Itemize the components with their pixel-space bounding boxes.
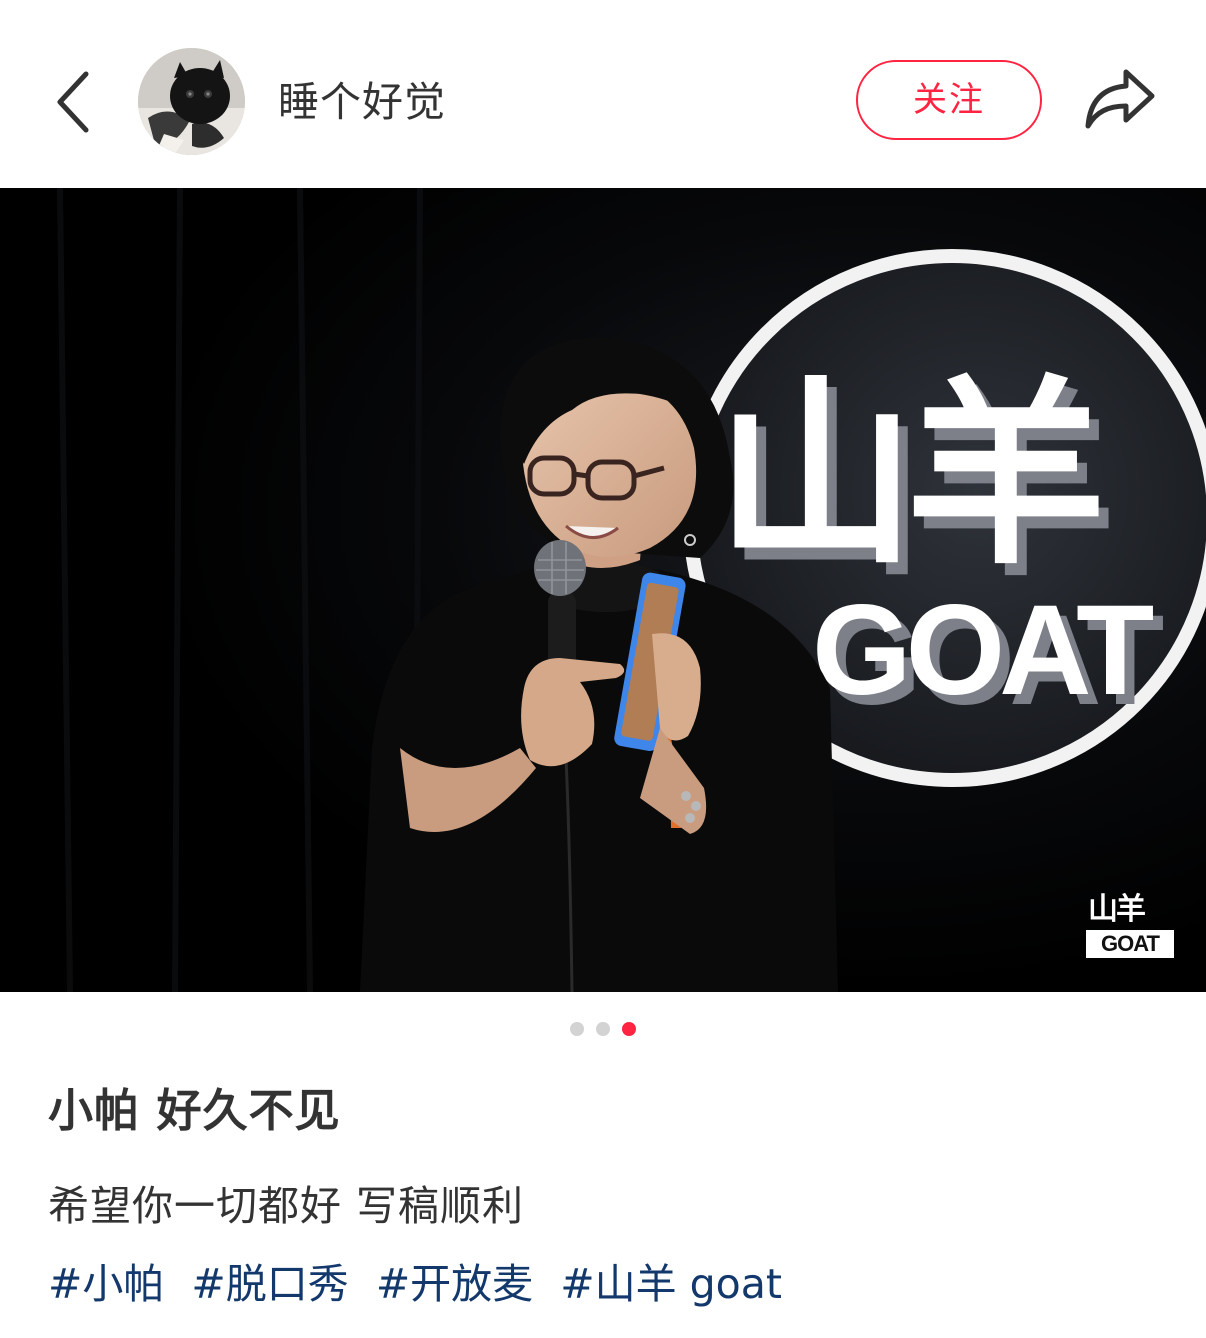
sign-text-cn: 山羊 [716, 364, 1099, 587]
carousel-dot[interactable] [596, 1022, 610, 1036]
goat-watermark: 山羊 GOAT [1086, 892, 1174, 958]
carousel-dot[interactable] [570, 1022, 584, 1036]
watermark-en: GOAT [1086, 930, 1174, 958]
share-button[interactable] [1082, 64, 1158, 134]
author-avatar[interactable] [138, 48, 245, 155]
back-button[interactable] [42, 62, 106, 142]
hashtag-link[interactable]: #山羊 goat [560, 1260, 782, 1308]
watermark-cn: 山羊 [1088, 893, 1146, 926]
note-header: 睡个好觉 关注 [0, 0, 1206, 188]
carousel-dot-active[interactable] [622, 1022, 636, 1036]
hashtag-link[interactable]: #小帕 [48, 1260, 164, 1308]
standup-comedian-photo: 山羊 山羊 GOAT GOAT [0, 188, 1206, 992]
hashtag-link[interactable]: #开放麦 [376, 1260, 533, 1308]
hashtag-link[interactable]: #脱口秀 [191, 1260, 348, 1308]
chevron-left-icon [57, 71, 89, 133]
note-description: 希望你一切都好 写稿顺利 [48, 1182, 525, 1230]
follow-button[interactable]: 关注 [856, 60, 1042, 140]
note-title: 小帕 好久不见 [48, 1084, 341, 1137]
note-photo[interactable]: 山羊 山羊 GOAT GOAT 山羊 GOAT [0, 188, 1206, 992]
carousel-indicator [0, 1022, 1206, 1036]
cat-avatar-image [138, 48, 245, 155]
share-arrow-icon [1085, 69, 1155, 129]
author-name[interactable]: 睡个好觉 [278, 74, 446, 130]
hashtag-list: #小帕 #脱口秀 #开放麦 #山羊 goat [48, 1254, 796, 1314]
sign-text-en: GOAT [812, 579, 1153, 722]
